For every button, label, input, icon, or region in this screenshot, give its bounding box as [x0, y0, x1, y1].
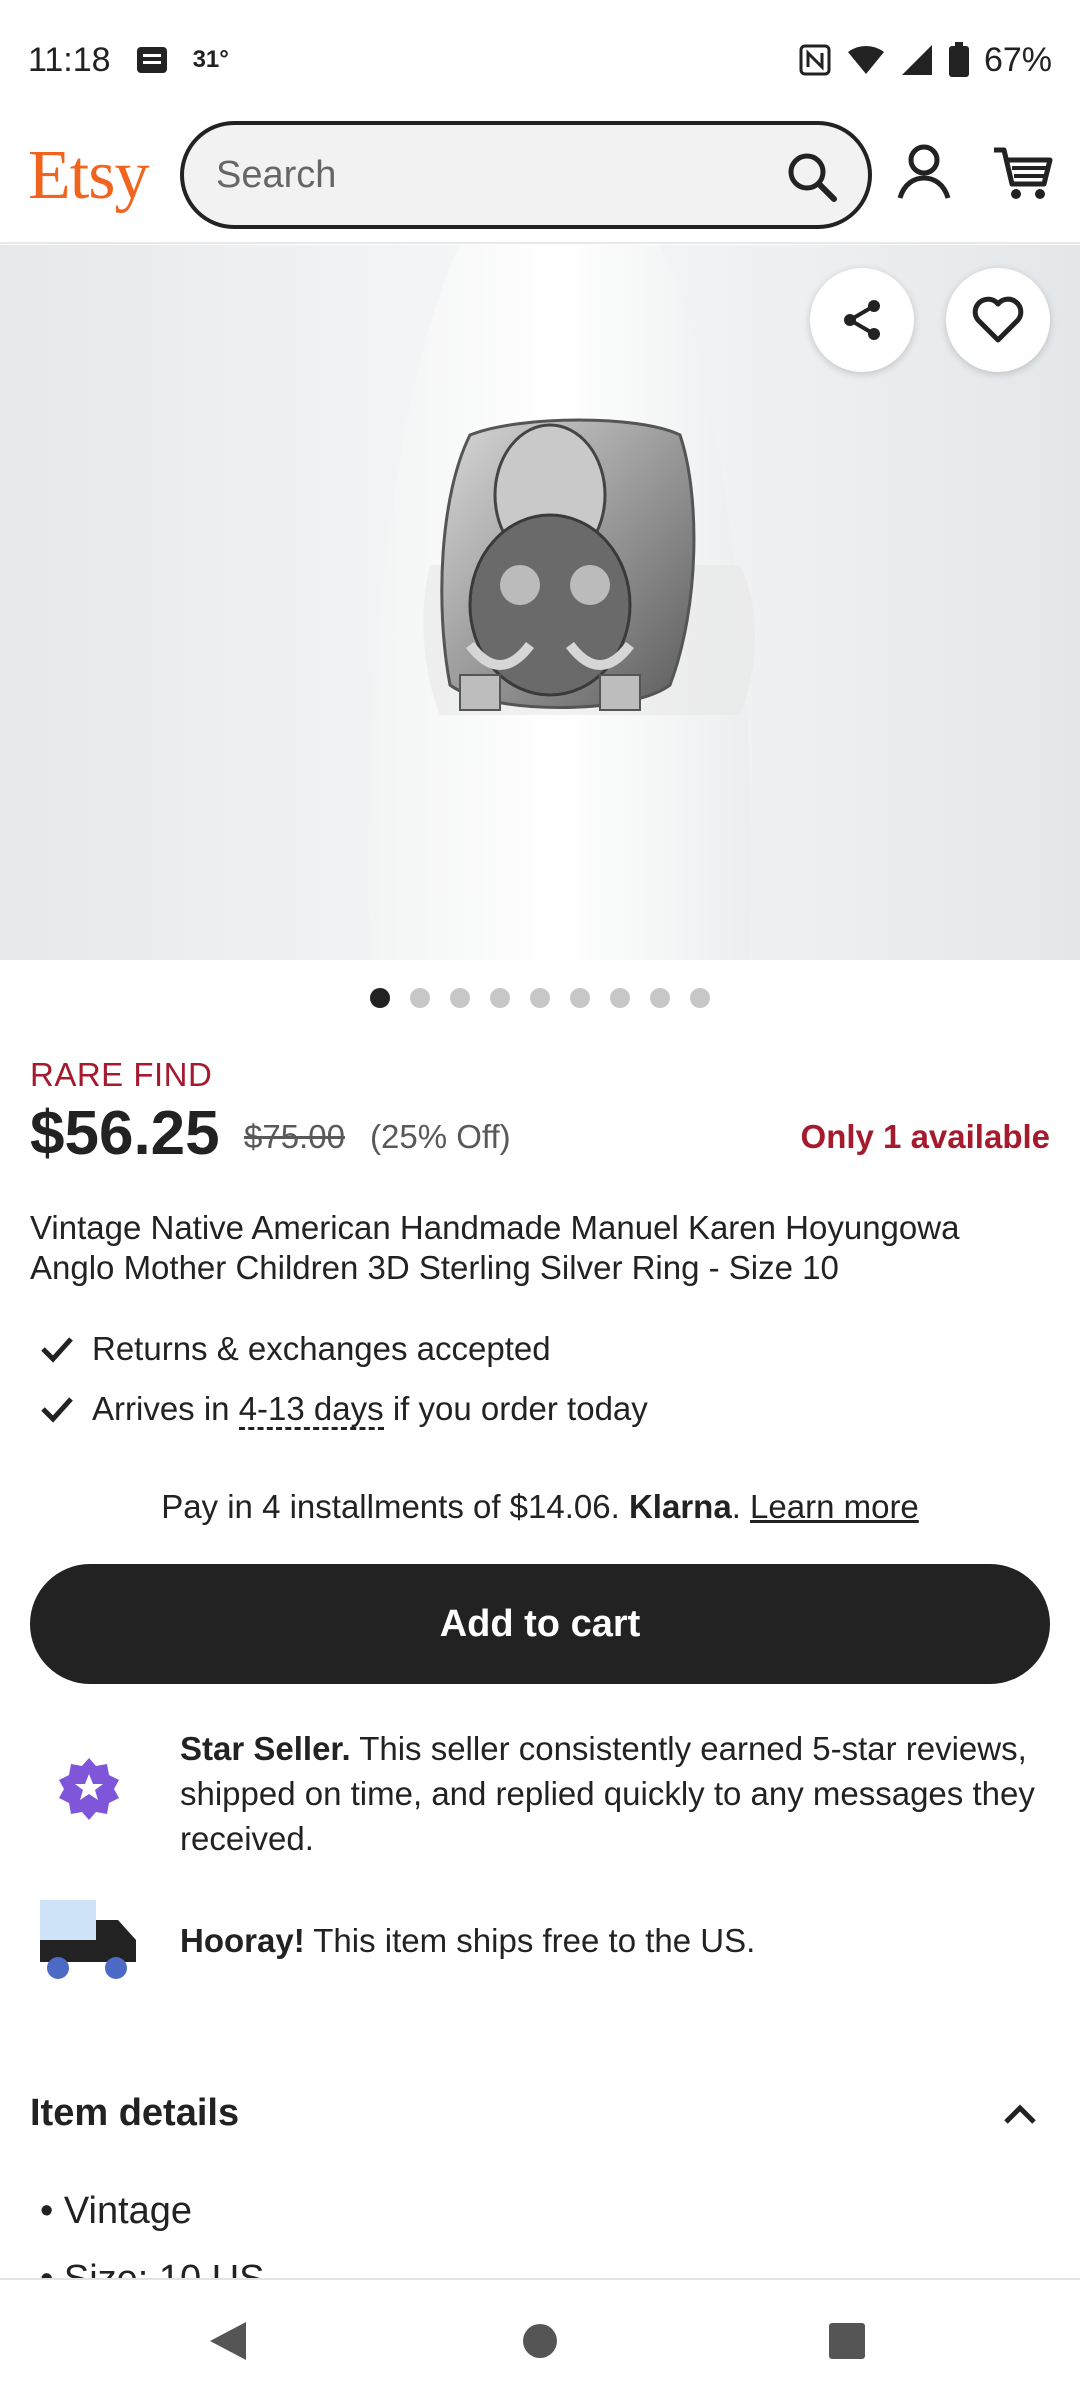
- listing-title: Vintage Native American Handmade Manuel …: [30, 1209, 960, 1286]
- ring-photo: [0, 245, 1080, 960]
- hooray-label: Hooray!: [180, 1922, 305, 1959]
- sale-price: $56.25: [30, 1099, 220, 1168]
- carousel-dot[interactable]: [490, 988, 510, 1008]
- nfc-icon: [799, 44, 831, 76]
- returns-feature: Returns & exchanges accepted: [40, 1330, 551, 1368]
- star-seller-info: Star Seller. This seller consistently ea…: [180, 1726, 1040, 1861]
- klarna-brand: Klarna: [628, 1488, 732, 1525]
- home-icon[interactable]: [520, 2318, 560, 2364]
- notification-icon: [136, 47, 167, 73]
- check-icon: [41, 1397, 73, 1423]
- klarna-installments: Pay in 4 installments of $14.06. Klarna.…: [0, 1488, 1080, 1526]
- search-bar[interactable]: [180, 121, 872, 229]
- app-header: Etsy: [0, 118, 1080, 244]
- carousel-dot[interactable]: [570, 988, 590, 1008]
- arrival-days-link[interactable]: 4-13 days: [238, 1390, 384, 1430]
- product-image[interactable]: [0, 245, 1080, 960]
- recents-icon[interactable]: [826, 2318, 868, 2364]
- arrives-suffix: if you order today: [392, 1390, 648, 1427]
- klarna-period: .: [731, 1488, 741, 1525]
- carousel-dot[interactable]: [610, 988, 630, 1008]
- discount-text: (25% Off): [370, 1118, 511, 1155]
- free-shipping-text: This item ships free to the US.: [313, 1922, 756, 1959]
- system-nav-bar: [0, 2278, 1080, 2400]
- carousel-dot[interactable]: [650, 988, 670, 1008]
- truck-icon: [40, 1900, 136, 1979]
- list-item: • Vintage: [40, 2190, 193, 2232]
- battery-percent: 67%: [983, 40, 1052, 79]
- status-time: 11:18: [28, 40, 111, 79]
- share-icon: [844, 300, 880, 340]
- account-icon[interactable]: [894, 142, 954, 202]
- image-carousel-dots: [0, 988, 1080, 1008]
- search-icon[interactable]: [784, 149, 840, 205]
- heart-icon: [972, 296, 1024, 343]
- add-to-cart-button[interactable]: Add to cart: [30, 1564, 1050, 1684]
- battery-icon: [948, 42, 969, 77]
- status-temperature: 31°: [192, 46, 229, 73]
- carousel-dot[interactable]: [450, 988, 470, 1008]
- returns-text: Returns & exchanges accepted: [92, 1330, 551, 1367]
- status-bar: 11:18 31° 67%: [0, 0, 1080, 120]
- star-seller-label: Star Seller.: [180, 1730, 351, 1767]
- item-details-header[interactable]: Item details: [30, 2092, 239, 2135]
- rare-find-badge: RARE FIND: [30, 1056, 213, 1093]
- share-button[interactable]: [810, 268, 914, 372]
- search-input[interactable]: [216, 153, 776, 197]
- check-icon: [41, 1337, 73, 1363]
- back-icon[interactable]: [206, 2318, 250, 2364]
- wifi-icon: [847, 46, 884, 74]
- cart-icon[interactable]: [992, 144, 1054, 202]
- carousel-dot[interactable]: [530, 988, 550, 1008]
- star-seller-icon: [59, 1758, 119, 1820]
- carousel-dot[interactable]: [410, 988, 430, 1008]
- favorite-button[interactable]: [946, 268, 1050, 372]
- chevron-up-icon[interactable]: [1000, 2100, 1040, 2130]
- carousel-dot[interactable]: [370, 988, 390, 1008]
- free-shipping-info: Hooray! This item ships free to the US.: [180, 1922, 755, 1960]
- item-detail-text: Vintage: [63, 2190, 193, 2232]
- learn-more-link[interactable]: Learn more: [750, 1488, 919, 1525]
- original-price: $75.00: [244, 1118, 345, 1155]
- arrival-feature: Arrives in 4-13 days if you order today: [40, 1390, 648, 1430]
- availability-text: Only 1 available: [800, 1118, 1050, 1155]
- arrives-text: Arrives in: [92, 1390, 230, 1427]
- etsy-logo[interactable]: Etsy: [28, 136, 149, 216]
- carousel-dot[interactable]: [690, 988, 710, 1008]
- signal-icon: [901, 45, 932, 75]
- klarna-text: Pay in 4 installments of $14.06.: [161, 1488, 620, 1525]
